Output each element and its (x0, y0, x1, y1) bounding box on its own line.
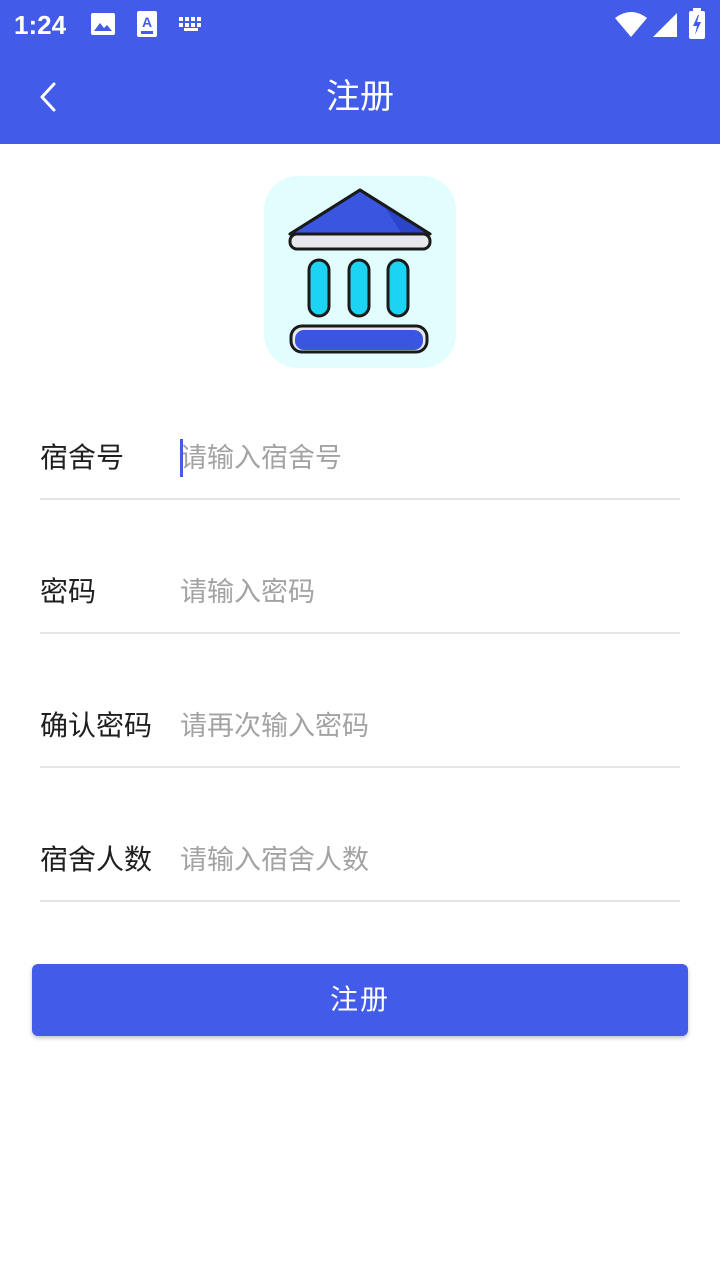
app-bar: 注册 (0, 50, 720, 144)
dorm-number-label: 宿舍号 (40, 441, 125, 474)
confirm-password-input[interactable] (180, 702, 676, 750)
password-input[interactable] (180, 568, 676, 616)
page-title: 注册 (326, 77, 394, 117)
form-row-dorm-occupants: 宿舍人数 (40, 768, 680, 902)
confirm-password-label: 确认密码 (40, 709, 153, 742)
keyboard-icon (179, 17, 201, 31)
building-icon (288, 188, 432, 354)
form-row-password: 密码 (40, 500, 680, 634)
password-label: 密码 (40, 575, 97, 608)
status-time: 1:24 (14, 10, 67, 40)
dorm-occupants-label: 宿舍人数 (40, 843, 153, 876)
chevron-left-icon (40, 82, 56, 112)
battery-charging-icon (689, 8, 705, 39)
dorm-number-input[interactable] (180, 434, 676, 482)
text-cursor (180, 439, 183, 477)
status-bar: 1:24 A (0, 0, 720, 50)
image-icon (91, 13, 115, 35)
dorm-occupants-input[interactable] (180, 836, 676, 884)
signal-icon (653, 13, 677, 37)
back-button[interactable] (22, 67, 74, 127)
wifi-icon (615, 12, 647, 37)
form-row-confirm-password: 确认密码 (40, 634, 680, 768)
form-row-dorm-number: 宿舍号 (40, 366, 680, 500)
app-logo (264, 176, 456, 368)
register-button[interactable]: 注册 (32, 964, 688, 1036)
svg-text:A: A (142, 14, 152, 30)
font-icon: A (137, 11, 157, 37)
